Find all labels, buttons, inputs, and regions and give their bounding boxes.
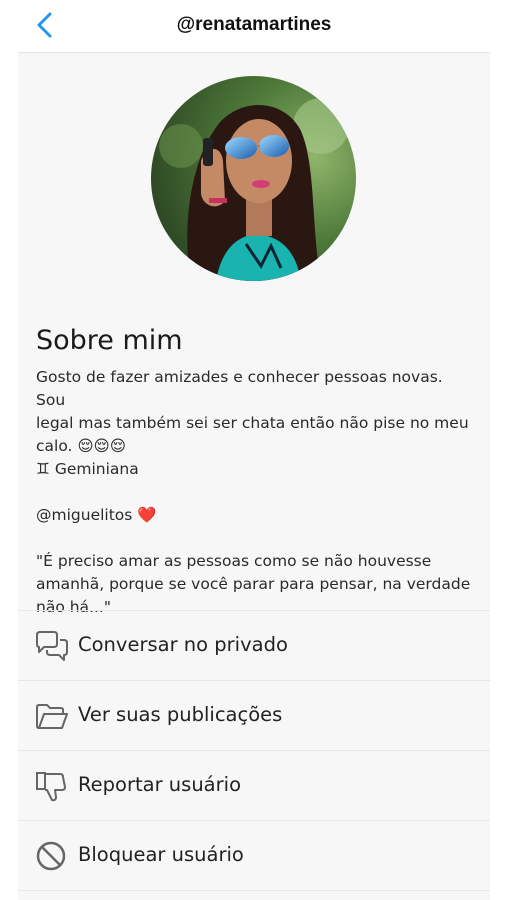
profile-actions-menu: Conversar no privado Ver suas publicaçõe…	[18, 610, 490, 891]
menu-item-label: Bloquear usuário	[78, 843, 244, 866]
menu-item-private-chat[interactable]: Conversar no privado	[18, 610, 490, 680]
menu-item-view-posts[interactable]: Ver suas publicações	[18, 680, 490, 750]
folder-icon	[36, 704, 68, 729]
bio-quote-line: amanhã, porque se você parar para pensar…	[36, 575, 471, 593]
thumbs-down-icon	[36, 772, 66, 802]
menu-item-label: Conversar no privado	[78, 633, 288, 656]
avatar	[151, 76, 356, 281]
menu-item-report-user[interactable]: Reportar usuário	[18, 750, 490, 820]
bio-line: legal mas também sei ser chata então não…	[36, 414, 469, 432]
about-title: Sobre mim	[36, 325, 183, 356]
bio-line: Gosto de fazer amizades e conhecer pesso…	[36, 368, 448, 409]
page-title: @renatamartines	[176, 14, 332, 35]
top-bar: @renatamartines	[18, 0, 490, 53]
block-icon	[36, 841, 66, 871]
bio-mention[interactable]: @miguelitos ❤️	[36, 504, 476, 527]
menu-item-label: Reportar usuário	[78, 773, 241, 796]
avatar-photo	[151, 76, 356, 281]
bio-quote-line: "É preciso amar as pessoas como se não h…	[36, 552, 432, 570]
bio-line	[36, 527, 476, 550]
bio-line: ♊ Geminiana	[36, 460, 139, 478]
bio-line: calo. 😌😌😌	[36, 437, 126, 455]
bio-text: Gosto de fazer amizades e conhecer pesso…	[36, 366, 476, 619]
menu-item-label: Ver suas publicações	[78, 703, 283, 726]
chat-bubbles-icon	[36, 631, 68, 661]
menu-item-block-user[interactable]: Bloquear usuário	[18, 820, 490, 891]
bio-line	[36, 481, 476, 504]
profile-content: Sobre mim Gosto de fazer amizades e conh…	[18, 53, 490, 900]
